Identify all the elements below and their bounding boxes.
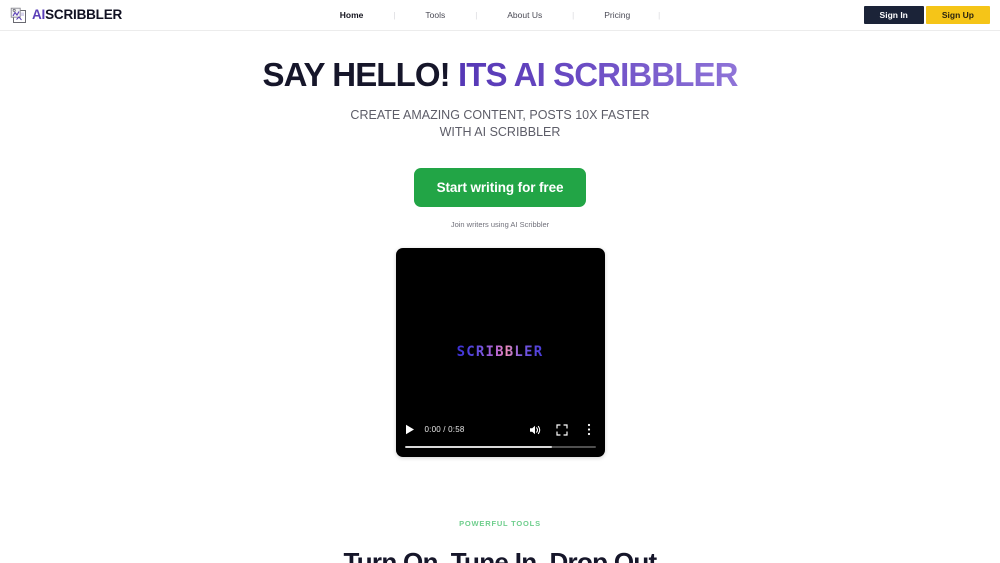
section-title: Turn On, Tune In, Drop Out [343, 546, 657, 563]
scribbler-logo-icon [10, 7, 27, 24]
nav-item-about-us[interactable]: About Us [507, 10, 542, 20]
auth-actions: Sign In Sign Up [863, 6, 990, 24]
video-player[interactable]: SCRIBBLER 0:00 / 0:58 [395, 247, 605, 457]
powerful-tools-section: POWERFUL TOOLS Turn On, Tune In, Drop Ou… [0, 519, 1000, 563]
sign-in-button[interactable]: Sign In [863, 6, 924, 24]
video-controls-row: 0:00 / 0:58 [405, 417, 596, 443]
join-writers-note: Join writers using AI Scribbler [450, 219, 550, 229]
more-options-icon[interactable] [583, 423, 596, 436]
video-time-display: 0:00 / 0:58 [424, 425, 465, 435]
fullscreen-icon[interactable] [556, 423, 569, 436]
video-progress-bar[interactable] [404, 445, 596, 449]
nav-separator: | [393, 10, 396, 20]
volume-icon[interactable] [529, 423, 542, 436]
video-progress-fill [404, 445, 552, 449]
hero-section: SAY HELLO! ITS AI SCRIBBLER CREATE AMAZI… [0, 31, 1000, 457]
brand-logo[interactable]: AISCRIBBLER [0, 7, 122, 24]
video-logo-text: SCRIBBLER [456, 344, 544, 361]
main-navigation: Home | Tools | About Us | Pricing | [340, 10, 660, 20]
hero-title: SAY HELLO! ITS AI SCRIBBLER [0, 56, 1000, 94]
section-eyebrow: POWERFUL TOOLS [459, 518, 541, 528]
brand-text: AISCRIBBLER [32, 8, 122, 22]
sign-up-button[interactable]: Sign Up [925, 6, 990, 24]
nav-separator: | [658, 10, 661, 20]
video-controls: 0:00 / 0:58 [396, 417, 605, 457]
hero-cta-wrapper: Start writing for free Join writers usin… [0, 167, 1000, 229]
brand-name-label: SCRIBBLER [45, 7, 123, 23]
nav-separator: | [475, 10, 478, 20]
nav-separator: | [572, 10, 575, 20]
nav-item-pricing[interactable]: Pricing [604, 10, 630, 20]
nav-item-home[interactable]: Home [340, 10, 364, 20]
hero-title-primary: SAY HELLO! [262, 56, 450, 93]
site-header: AISCRIBBLER Home | Tools | About Us | Pr… [0, 0, 1000, 31]
hero-subtitle: CREATE AMAZING CONTENT, POSTS 10X FASTER… [350, 107, 650, 139]
hero-title-accent: ITS AI SCRIBBLER [457, 56, 738, 93]
start-writing-button[interactable]: Start writing for free [413, 167, 587, 207]
brand-ai-label: AI [32, 7, 46, 23]
nav-item-tools[interactable]: Tools [425, 10, 445, 20]
play-icon[interactable] [405, 424, 416, 435]
